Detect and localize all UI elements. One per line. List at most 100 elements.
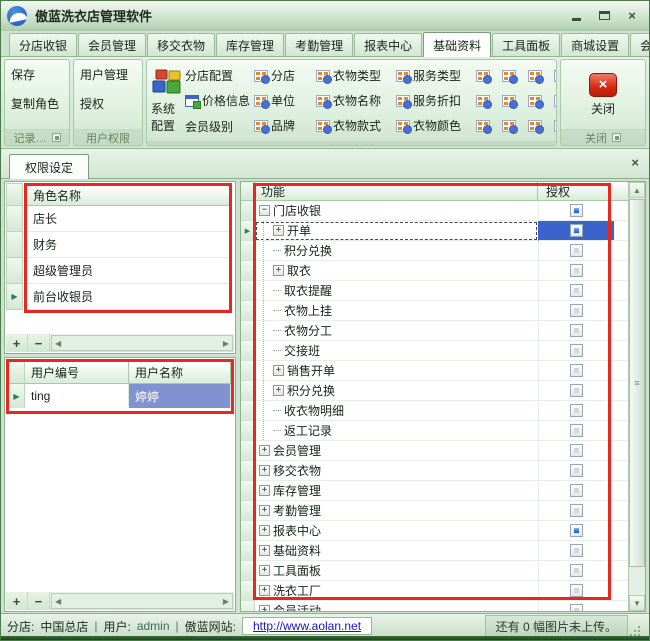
role-row-3[interactable]: 前台收银员 bbox=[27, 284, 229, 310]
horizontal-scrollbar[interactable]: ◀ ▶ bbox=[51, 593, 233, 609]
document-close-icon[interactable]: × bbox=[631, 156, 639, 169]
function-column-header[interactable]: 功能 bbox=[255, 182, 538, 201]
expand-icon[interactable]: + bbox=[259, 605, 270, 611]
tree-function-cell[interactable]: 交接班 bbox=[255, 341, 538, 361]
tree-row-7[interactable]: 交接班 bbox=[241, 341, 628, 361]
tree-row-20[interactable]: +会员活动 bbox=[241, 601, 628, 611]
auth-checkbox[interactable] bbox=[570, 424, 583, 437]
user-code-cell[interactable]: ting bbox=[25, 384, 129, 408]
auth-checkbox[interactable] bbox=[570, 204, 583, 217]
tree-authorize-cell[interactable] bbox=[538, 301, 614, 321]
tree-authorize-cell[interactable] bbox=[538, 501, 614, 521]
basic-icon-button-r2-1[interactable] bbox=[502, 120, 524, 132]
site-link[interactable]: http://www.aolan.net bbox=[253, 619, 361, 633]
tree-authorize-cell[interactable] bbox=[538, 421, 614, 441]
auth-checkbox[interactable] bbox=[570, 404, 583, 417]
tree-authorize-cell[interactable] bbox=[538, 521, 614, 541]
record-group-button-0[interactable]: 保存 bbox=[9, 63, 65, 86]
tree-row-6[interactable]: 衣物分工 bbox=[241, 321, 628, 341]
basic-icon-button-r1-1[interactable] bbox=[502, 95, 524, 107]
role-row-0[interactable]: 店长 bbox=[27, 206, 229, 232]
tree-row-5[interactable]: 衣物上挂 bbox=[241, 301, 628, 321]
close-panel-button[interactable]: × 关闭 bbox=[565, 63, 641, 126]
auth-checkbox[interactable] bbox=[570, 364, 583, 377]
tree-authorize-cell[interactable] bbox=[538, 361, 614, 381]
basic-icon-button-r1-2[interactable] bbox=[528, 95, 550, 107]
tree-function-cell[interactable]: 取衣提醒 bbox=[255, 281, 538, 301]
tree-authorize-cell[interactable] bbox=[538, 321, 614, 341]
ribbon-tab-8[interactable]: 商城设置 bbox=[561, 33, 629, 56]
basic-icon-button-r1-3[interactable] bbox=[554, 95, 557, 107]
user-group-button-1[interactable]: 授权 bbox=[78, 92, 138, 115]
auth-checkbox[interactable] bbox=[570, 284, 583, 297]
remove-row-button[interactable]: − bbox=[28, 334, 50, 352]
tree-row-10[interactable]: 收衣物明细 bbox=[241, 401, 628, 421]
expand-icon[interactable]: + bbox=[259, 525, 270, 536]
tree-function-cell[interactable]: 返工记录 bbox=[255, 421, 538, 441]
basic-button-衣物款式[interactable]: 衣物款式 bbox=[316, 117, 392, 134]
tree-function-cell[interactable]: +基础资料 bbox=[255, 541, 538, 561]
expand-icon[interactable]: + bbox=[273, 225, 284, 236]
tree-row-0[interactable]: −门店收银 bbox=[241, 201, 628, 221]
auth-checkbox[interactable] bbox=[570, 504, 583, 517]
basic-icon-button-r0-1[interactable] bbox=[502, 70, 524, 82]
system-config-button[interactable]: 系统配置 bbox=[151, 63, 185, 138]
remove-row-button[interactable]: − bbox=[28, 592, 50, 610]
ribbon-tab-0[interactable]: 分店收银 bbox=[9, 33, 77, 56]
auth-checkbox[interactable] bbox=[570, 384, 583, 397]
minimize-button[interactable] bbox=[565, 7, 587, 25]
auth-checkbox[interactable] bbox=[570, 224, 583, 237]
tree-authorize-cell[interactable] bbox=[538, 581, 614, 601]
tree-authorize-cell[interactable] bbox=[538, 241, 614, 261]
expand-icon[interactable]: + bbox=[259, 565, 270, 576]
row-indicator[interactable] bbox=[6, 232, 23, 258]
tree-function-cell[interactable]: +会员活动 bbox=[255, 601, 538, 611]
tree-authorize-cell[interactable] bbox=[538, 441, 614, 461]
ribbon-tab-1[interactable]: 会员管理 bbox=[78, 33, 146, 56]
collapse-icon[interactable]: − bbox=[259, 205, 270, 216]
dialog-launcher-icon[interactable] bbox=[52, 133, 61, 142]
tree-function-cell[interactable]: +报表中心 bbox=[255, 521, 538, 541]
ribbon-tab-2[interactable]: 移交衣物 bbox=[147, 33, 215, 56]
horizontal-scrollbar[interactable]: ◀ ▶ bbox=[51, 335, 233, 351]
tree-authorize-cell[interactable] bbox=[538, 401, 614, 421]
auth-checkbox[interactable] bbox=[570, 604, 583, 611]
basic-button-服务折扣[interactable]: 服务折扣 bbox=[396, 92, 472, 109]
tree-function-cell[interactable]: −门店收银 bbox=[255, 201, 538, 221]
vertical-scrollbar[interactable]: ▲ ≡ ▼ bbox=[628, 182, 645, 611]
tree-row-15[interactable]: +考勤管理 bbox=[241, 501, 628, 521]
tree-authorize-cell[interactable] bbox=[538, 561, 614, 581]
basic-icon-button-r0-2[interactable] bbox=[528, 70, 550, 82]
row-indicator[interactable] bbox=[6, 258, 23, 284]
row-indicator[interactable] bbox=[6, 206, 23, 232]
auth-checkbox[interactable] bbox=[570, 244, 583, 257]
auth-checkbox[interactable] bbox=[570, 324, 583, 337]
tree-authorize-cell[interactable] bbox=[538, 381, 614, 401]
tree-function-cell[interactable]: +会员管理 bbox=[255, 441, 538, 461]
tree-function-cell[interactable]: +取衣 bbox=[255, 261, 538, 281]
row-indicator[interactable]: ▶ bbox=[6, 284, 23, 310]
auth-checkbox[interactable] bbox=[570, 484, 583, 497]
ribbon-tab-3[interactable]: 库存管理 bbox=[216, 33, 284, 56]
scroll-left-icon[interactable]: ◀ bbox=[55, 339, 61, 348]
basic-button-品牌[interactable]: 品牌 bbox=[254, 117, 312, 134]
tree-row-17[interactable]: +基础资料 bbox=[241, 541, 628, 561]
tree-function-cell[interactable]: +洗衣工厂 bbox=[255, 581, 538, 601]
tree-function-cell[interactable]: +销售开单 bbox=[255, 361, 538, 381]
scroll-right-icon[interactable]: ▶ bbox=[223, 339, 229, 348]
auth-checkbox[interactable] bbox=[570, 264, 583, 277]
add-row-button[interactable]: + bbox=[6, 592, 28, 610]
tree-authorize-cell[interactable] bbox=[538, 221, 614, 241]
tree-row-14[interactable]: +库存管理 bbox=[241, 481, 628, 501]
tree-function-cell[interactable]: +工具面板 bbox=[255, 561, 538, 581]
record-group-button-1[interactable]: 复制角色 bbox=[9, 92, 65, 115]
tree-function-cell[interactable]: 积分兑换 bbox=[255, 241, 538, 261]
basic-button-衣物类型[interactable]: 衣物类型 bbox=[316, 67, 392, 84]
tree-function-cell[interactable]: +库存管理 bbox=[255, 481, 538, 501]
basic-button-单位[interactable]: 单位 bbox=[254, 92, 312, 109]
ribbon-tab-4[interactable]: 考勤管理 bbox=[285, 33, 353, 56]
tree-row-18[interactable]: +工具面板 bbox=[241, 561, 628, 581]
maximize-button[interactable] bbox=[593, 7, 615, 25]
tree-function-cell[interactable]: 衣物分工 bbox=[255, 321, 538, 341]
user-code-header[interactable]: 用户编号 bbox=[25, 362, 129, 384]
